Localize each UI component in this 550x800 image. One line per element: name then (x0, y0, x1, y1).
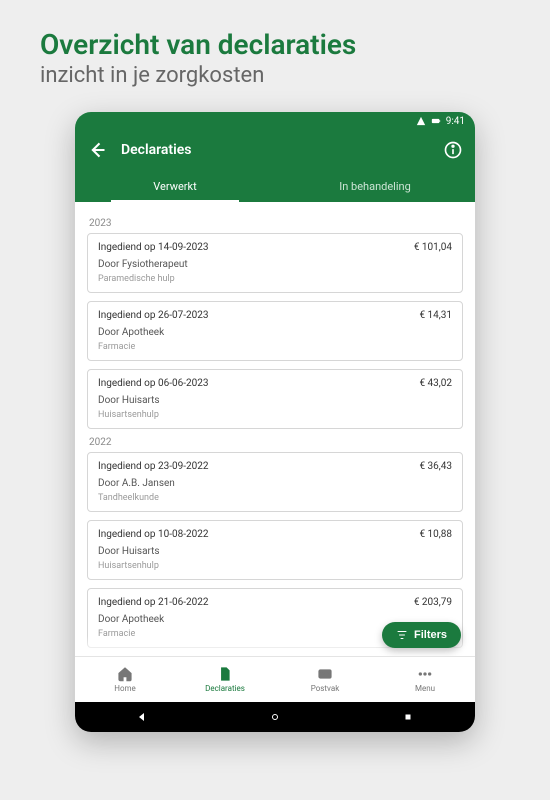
signal-icon (416, 116, 426, 126)
dots-icon (417, 666, 433, 682)
nav-item-home[interactable]: Home (75, 657, 175, 702)
card-by: Door Fysiotherapeut (98, 259, 452, 270)
card-submitted: Ingediend op 26-07-2023 (98, 310, 208, 321)
filters-button[interactable]: Filters (382, 622, 461, 648)
nav-item-label: Declaraties (205, 684, 245, 693)
card-by: Door Huisarts (98, 546, 452, 557)
card-amount: € 203,79 (414, 597, 452, 608)
card-submitted: Ingediend op 21-06-2022 (98, 597, 208, 608)
nav-home-icon[interactable] (269, 711, 281, 723)
year-label: 2022 (89, 437, 461, 448)
status-time: 9:41 (446, 116, 465, 127)
card-by: Door Apotheek (98, 327, 452, 338)
nav-item-label: Postvak (311, 684, 340, 693)
card-amount: € 36,43 (419, 461, 452, 472)
arrow-left-icon (87, 140, 107, 160)
filters-label: Filters (414, 629, 447, 641)
card-category: Tandheelkunde (98, 493, 452, 503)
filter-icon (396, 629, 408, 641)
mail-icon (317, 666, 333, 682)
card-submitted: Ingediend op 10-08-2022 (98, 529, 208, 540)
nav-item-declaraties[interactable]: Declaraties (175, 657, 275, 702)
nav-item-label: Home (114, 684, 136, 693)
system-nav (75, 702, 475, 732)
promo-subtitle: inzicht in je zorgkosten (0, 63, 550, 112)
tabs: Verwerkt In behandeling (75, 170, 475, 202)
tab-in-behandeling[interactable]: In behandeling (275, 170, 475, 202)
info-button[interactable] (443, 140, 463, 160)
page-title: Declaraties (121, 142, 443, 158)
nav-item-label: Menu (415, 684, 435, 693)
declaration-card[interactable]: Ingediend op 23-09-2022 € 36,43 Door A.B.… (87, 452, 463, 512)
card-amount: € 14,31 (419, 310, 452, 321)
card-submitted: Ingediend op 06-06-2023 (98, 378, 208, 389)
nav-recent-icon[interactable] (402, 711, 414, 723)
card-amount: € 10,88 (419, 529, 452, 540)
tab-verwerkt[interactable]: Verwerkt (75, 170, 275, 202)
card-category: Farmacie (98, 342, 452, 352)
nav-back-icon[interactable] (136, 711, 148, 723)
app-bar: Declaraties (75, 130, 475, 170)
card-amount: € 101,04 (414, 242, 452, 253)
back-button[interactable] (87, 140, 107, 160)
declaration-card[interactable]: Ingediend op 10-08-2022 € 10,88 Door Huis… (87, 520, 463, 580)
declaration-card[interactable]: Ingediend op 14-09-2023 € 101,04 Door Fys… (87, 233, 463, 293)
promo-title: Overzicht van declaraties (0, 0, 550, 63)
card-by: Door Huisarts (98, 395, 452, 406)
card-category: Huisartsenhulp (98, 410, 452, 420)
document-icon (217, 666, 233, 682)
battery-icon (431, 116, 441, 126)
card-submitted: Ingediend op 14-09-2023 (98, 242, 208, 253)
nav-item-menu[interactable]: Menu (375, 657, 475, 702)
bottom-nav: Home Declaraties Postvak Menu (75, 656, 475, 702)
card-category: Huisartsenhulp (98, 561, 452, 571)
nav-item-postvak[interactable]: Postvak (275, 657, 375, 702)
status-bar: 9:41 (75, 112, 475, 130)
declaration-list: 2023 Ingediend op 14-09-2023 € 101,04 Doo… (75, 202, 475, 656)
home-icon (117, 666, 133, 682)
info-icon (443, 140, 463, 160)
year-label: 2023 (89, 218, 461, 229)
card-category: Paramedische hulp (98, 274, 452, 284)
card-submitted: Ingediend op 23-09-2022 (98, 461, 208, 472)
card-by: Door A.B. Jansen (98, 478, 452, 489)
tablet-frame: 9:41 Declaraties Verwerkt In behandeling… (75, 112, 475, 732)
card-amount: € 43,02 (419, 378, 452, 389)
declaration-card[interactable]: Ingediend op 26-07-2023 € 14,31 Door Apot… (87, 301, 463, 361)
declaration-card[interactable]: Ingediend op 06-06-2023 € 43,02 Door Huis… (87, 369, 463, 429)
